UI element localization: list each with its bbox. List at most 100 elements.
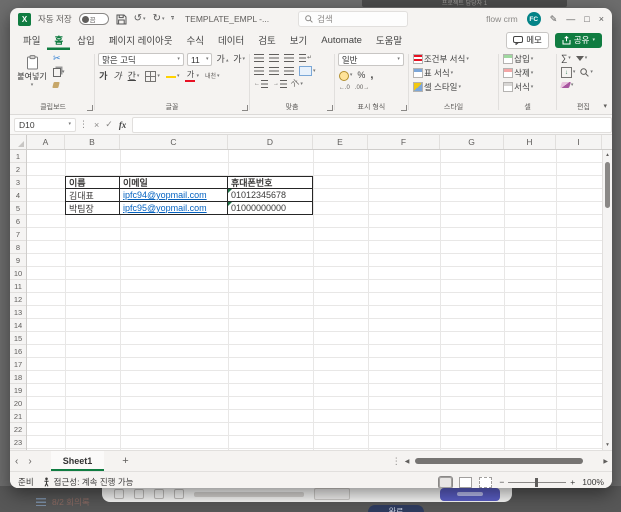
conditional-formatting-button[interactable]: 조건부 서식 ▾ [412,53,495,65]
underline-button[interactable]: 간 ▾ [127,71,141,82]
autosum-button[interactable]: ∑ ▾ [560,53,572,64]
select-all-corner[interactable] [10,135,27,149]
increase-decimal-button[interactable]: ←.0 [338,84,351,92]
column-header-F[interactable]: F [368,135,440,149]
row-header-3[interactable]: 3 [10,176,26,189]
row-header-15[interactable]: 15 [10,332,26,345]
share-button[interactable]: 공유 ▾ [554,32,602,48]
row-header-23[interactable]: 23 [10,436,26,449]
ribbon-tab-home[interactable]: 홈 [47,30,70,50]
name-box[interactable]: D10 ▾ [14,117,76,132]
done-button[interactable]: 완료 [368,505,424,512]
ribbon-tab-automate[interactable]: Automate [314,30,369,50]
zoom-slider-thumb[interactable] [535,477,539,487]
column-header-I[interactable]: I [556,135,602,149]
column-header-D[interactable]: D [228,135,313,149]
row-header-1[interactable]: 1 [10,150,26,163]
cell-name[interactable]: 박팀장 [65,202,120,215]
column-header-E[interactable]: E [313,135,368,149]
fill-color-button[interactable]: ▾ [165,73,181,80]
phonetic-button[interactable]: 내천 ▾ [204,73,221,81]
comments-button[interactable]: 메모 [506,31,549,49]
sheet-tab-sheet1[interactable]: Sheet1 [50,451,105,471]
cell-phone[interactable]: 01012345678 [228,189,313,202]
zoom-out-icon[interactable]: − [499,477,504,487]
ribbon-tab-file[interactable]: 파일 [16,30,47,50]
column-header-B[interactable]: B [65,135,120,149]
cell-phone[interactable]: 01000000000 [228,202,313,215]
number-format-select[interactable]: 일반 ▾ [337,53,404,66]
grow-font-button[interactable]: 가 ▾ [215,54,229,65]
row-header-7[interactable]: 7 [10,228,26,241]
ribbon-tab-insert[interactable]: 삽입 [70,30,101,50]
maximize-button[interactable]: □ [584,14,589,24]
orientation-button[interactable]: 가 ▾ [290,78,304,90]
align-right-button[interactable] [283,66,295,76]
excel-app-icon[interactable]: X [18,12,31,26]
collapse-ribbon-icon[interactable]: ▾ [603,102,607,110]
delete-cells-button[interactable]: 삭제 ▾ [502,67,553,79]
cell-email-link[interactable]: ipfc94@yopmail.com [120,189,228,202]
align-center-button[interactable] [268,66,280,76]
align-top-button[interactable] [253,53,265,63]
row-header-20[interactable]: 20 [10,397,26,410]
enter-entry-icon[interactable]: ✓ [102,119,116,130]
qat-customize-icon[interactable]: ▾ [171,16,174,22]
paste-button[interactable]: 붙여넣기 ▾ [15,54,49,88]
page-layout-view-button[interactable] [459,476,473,488]
row-header-14[interactable]: 14 [10,319,26,332]
row-header-2[interactable]: 2 [10,163,26,176]
prev-sheet-icon[interactable]: ‹ [10,456,23,467]
row-header-11[interactable]: 11 [10,280,26,293]
horizontal-scrollbar[interactable]: ⋮ ◀ ▶ [392,454,612,468]
row-header-5[interactable]: 5 [10,202,26,215]
row-header-9[interactable]: 9 [10,254,26,267]
font-dialog-launcher[interactable] [242,105,249,111]
splitter-dots-icon[interactable]: ⋮ [392,456,401,467]
ribbon-tab-view[interactable]: 보기 [283,30,314,50]
clipboard-dialog-launcher[interactable] [87,105,94,111]
vertical-scrollbar[interactable]: ▴ ▾ [602,150,612,450]
column-header-G[interactable]: G [440,135,504,149]
decrease-decimal-button[interactable]: .00→ [354,84,370,92]
cut-button[interactable]: ✂ [52,53,66,64]
minimize-button[interactable]: — [566,14,575,24]
align-left-button[interactable] [253,66,265,76]
scroll-down-icon[interactable]: ▾ [603,442,612,448]
row-header-19[interactable]: 19 [10,384,26,397]
table-header-cell[interactable]: 이메일 [120,176,228,189]
table-header-cell[interactable]: 이름 [65,176,120,189]
row-header-6[interactable]: 6 [10,215,26,228]
normal-view-button[interactable] [438,475,454,488]
column-header-C[interactable]: C [120,135,228,149]
format-cells-button[interactable]: 서식 ▾ [502,81,553,93]
align-bottom-button[interactable] [283,53,295,63]
zoom-slider[interactable] [508,477,567,487]
search-box[interactable]: 검색 [298,11,409,27]
alignment-dialog-launcher[interactable] [326,105,333,111]
cell-email-link[interactable]: ipfc95@yopmail.com [120,202,228,215]
column-header-A[interactable]: A [27,135,65,149]
borders-button[interactable]: ▾ [144,70,161,83]
ribbon-tab-page-layout[interactable]: 페이지 레이아웃 [102,30,180,50]
cancel-entry-icon[interactable]: × [91,120,102,130]
ribbon-tab-help[interactable]: 도움말 [369,30,409,50]
row-header-21[interactable]: 21 [10,410,26,423]
scroll-up-icon[interactable]: ▴ [603,152,612,158]
fill-button[interactable]: ↓ ▾ [560,66,577,79]
row-header-12[interactable]: 12 [10,293,26,306]
align-middle-button[interactable] [268,53,280,63]
decrease-indent-button[interactable]: ← [253,79,269,89]
row-header-10[interactable]: 10 [10,267,26,280]
formula-input[interactable] [132,116,612,133]
format-painter-button[interactable] [52,81,66,89]
add-sheet-button[interactable]: + [122,455,128,467]
save-icon[interactable] [116,14,127,25]
ribbon-tab-formulas[interactable]: 수식 [180,30,211,50]
scroll-left-icon[interactable]: ◀ [405,458,410,465]
font-color-button[interactable]: 가 ▾ [184,70,200,83]
background-primary-button[interactable] [440,487,500,501]
accounting-format-button[interactable]: ▾ [338,70,354,82]
close-button[interactable]: × [599,14,604,24]
shrink-font-button[interactable]: 가 ▾ [232,54,246,65]
